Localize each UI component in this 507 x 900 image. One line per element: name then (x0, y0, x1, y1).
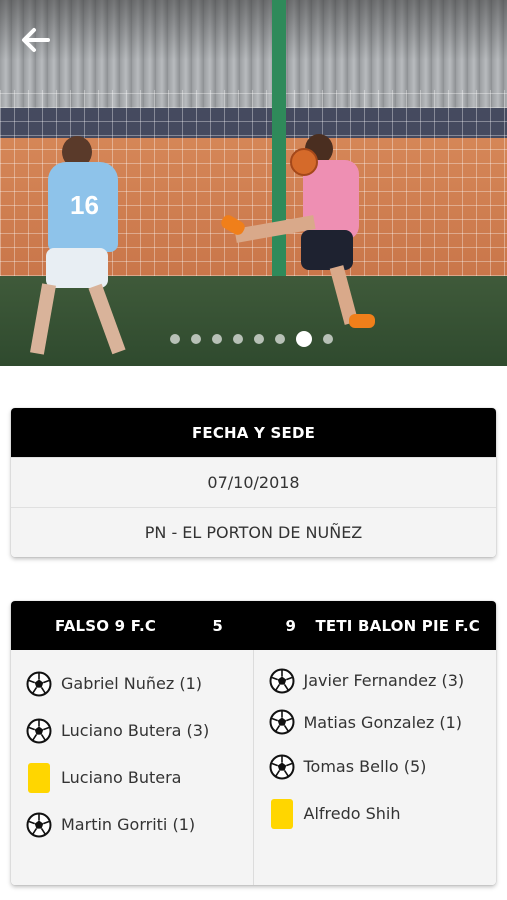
carousel-dot[interactable] (212, 334, 222, 344)
event-item: Tomas Bello (5) (254, 751, 497, 783)
event-player: Luciano Butera (61, 768, 182, 787)
event-player: Luciano Butera (3) (61, 721, 210, 740)
match-events: Gabriel Nuñez (1) Luciano Butera (3) Lucia… (11, 650, 496, 885)
away-team-name: TETI BALON PIE F.C (315, 616, 480, 635)
back-button[interactable] (18, 24, 54, 56)
soccer-ball-icon (268, 667, 296, 695)
event-item: Javier Fernandez (3) (254, 668, 497, 695)
jersey-number: 16 (70, 190, 99, 220)
match-date: 07/10/2018 (11, 457, 496, 507)
scoreboard-card: FALSO 9 F.C 5 9 TETI BALON PIE F.C Gabri… (11, 601, 496, 885)
event-player: Javier Fernandez (3) (303, 671, 465, 690)
event-player: Alfredo Shih (303, 804, 401, 823)
event-item: Matias Gonzalez (1) (254, 708, 497, 737)
event-item: Martin Gorriti (1) (11, 809, 253, 841)
yellow-card-icon (25, 763, 53, 793)
carousel-dot[interactable] (170, 334, 180, 344)
event-item: Luciano Butera (3) (11, 715, 253, 747)
carousel-indicator[interactable] (170, 331, 333, 347)
soccer-ball-icon (268, 753, 296, 781)
event-item: Alfredo Shih (254, 798, 497, 830)
carousel-dot[interactable] (191, 334, 201, 344)
home-events-list: Gabriel Nuñez (1) Luciano Butera (3) Lucia… (11, 650, 254, 885)
scoreboard-header: FALSO 9 F.C 5 9 TETI BALON PIE F.C (11, 601, 496, 650)
yellow-card-icon (268, 799, 296, 829)
match-info-card: FECHA Y SEDE 07/10/2018 PN - EL PORTON D… (11, 408, 496, 557)
home-team-name: FALSO 9 F.C (55, 616, 157, 635)
away-events-list: Javier Fernandez (3) Matias Gonzalez (1) T… (254, 650, 497, 885)
arrow-left-icon (22, 28, 50, 52)
event-item: Gabriel Nuñez (1) (11, 668, 253, 700)
match-photo[interactable]: 16 (0, 0, 507, 366)
soccer-ball-icon (25, 811, 53, 839)
player-blue-jersey: 16 (30, 136, 126, 355)
event-player: Tomas Bello (5) (303, 757, 427, 776)
event-item: Luciano Butera (11, 762, 253, 794)
soccer-ball-icon (268, 708, 296, 736)
football (290, 148, 318, 176)
event-player: Martin Gorriti (1) (61, 815, 196, 834)
carousel-dot[interactable] (254, 334, 264, 344)
event-player: Matias Gonzalez (1) (303, 712, 463, 732)
event-player: Gabriel Nuñez (1) (61, 674, 202, 693)
away-team-score: 9 (285, 616, 297, 635)
home-team-score: 5 (212, 616, 223, 635)
match-venue: PN - EL PORTON DE NUÑEZ (11, 507, 496, 557)
soccer-ball-icon (25, 670, 53, 698)
match-info-header: FECHA Y SEDE (11, 408, 496, 457)
carousel-dot[interactable] (323, 334, 333, 344)
carousel-dot[interactable] (233, 334, 243, 344)
carousel-dot[interactable] (275, 334, 285, 344)
soccer-ball-icon (25, 717, 53, 745)
carousel-dot[interactable] (296, 331, 312, 347)
